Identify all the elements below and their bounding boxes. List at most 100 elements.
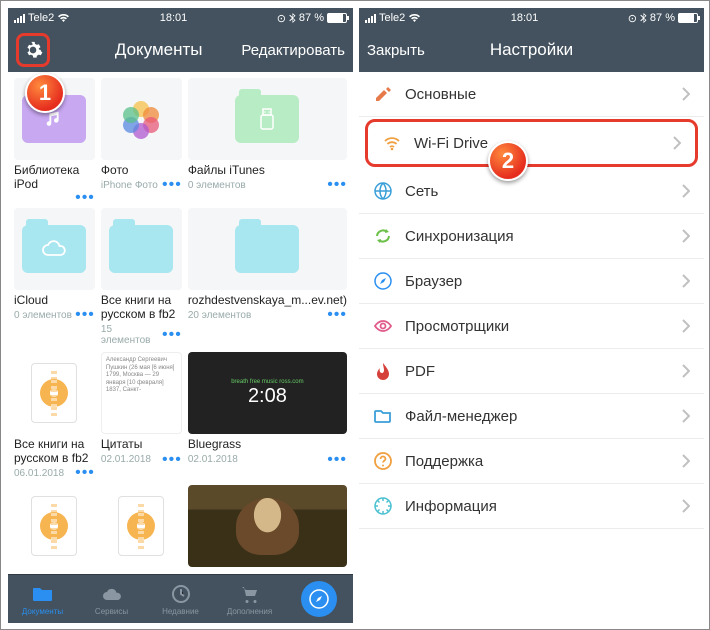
settings-row-pdf[interactable]: PDF (359, 349, 704, 394)
settings-button[interactable] (16, 33, 76, 67)
settings-row-wi-fi-drive[interactable]: Wi-Fi Drive (365, 119, 698, 167)
tab-recent[interactable]: Недавние (146, 575, 215, 623)
alarm-icon: ⊙ (277, 12, 286, 25)
more-icon[interactable]: ••• (327, 456, 347, 464)
more-icon[interactable]: ••• (75, 311, 95, 319)
photos-icon (121, 99, 161, 139)
tile-books-zip[interactable]: Все книги на русском в fb2 06.01.2018••• (14, 352, 95, 479)
phone-settings: Tele2 18:01 ⊙ 87 % Закрыть Настройки Осн… (359, 8, 704, 623)
status-bar: Tele2 18:01 ⊙ 87 % (359, 8, 704, 28)
battery-label: 87 % (299, 12, 324, 24)
battery-icon (678, 13, 698, 23)
row-icon (382, 133, 402, 153)
tile-quotes[interactable]: Александр Сергеевич Пушкин (26 мая [6 ию… (101, 352, 182, 479)
documents-grid: Библиотека iPod ••• Фото iPhone Фото••• … (8, 72, 353, 574)
tile-partial-2[interactable] (101, 485, 182, 568)
settings-row-просмотрщики[interactable]: Просмотрщики (359, 304, 704, 349)
cart-icon (239, 583, 261, 605)
tile-icloud[interactable]: iCloud 0 элементов••• (14, 208, 95, 346)
chevron-right-icon (682, 274, 690, 288)
tab-browser[interactable] (284, 575, 353, 623)
wifi-icon (408, 13, 421, 23)
chevron-right-icon (682, 184, 690, 198)
row-icon (373, 496, 393, 516)
chevron-right-icon (682, 364, 690, 378)
tab-addons[interactable]: Дополнения (215, 575, 284, 623)
row-label: Информация (405, 498, 497, 515)
zip-icon (31, 363, 77, 423)
edit-button[interactable]: Редактировать (241, 42, 345, 59)
settings-row-поддержка[interactable]: Поддержка (359, 439, 704, 484)
status-bar: Tele2 18:01 ⊙ 87 % (8, 8, 353, 28)
tile-partial-1[interactable] (14, 485, 95, 568)
battery-icon (327, 13, 347, 23)
close-button[interactable]: Закрыть (367, 42, 427, 59)
more-icon[interactable]: ••• (327, 311, 347, 319)
page-title: Настройки (427, 40, 636, 60)
row-icon (373, 226, 393, 246)
cloud-icon (41, 240, 67, 258)
row-icon (373, 451, 393, 471)
row-label: Сеть (405, 183, 438, 200)
chevron-right-icon (682, 409, 690, 423)
row-label: Поддержка (405, 453, 483, 470)
row-icon (373, 271, 393, 291)
more-icon[interactable]: ••• (327, 181, 347, 189)
more-icon[interactable]: ••• (162, 331, 182, 339)
tile-itunes-files[interactable]: Файлы iTunes 0 элементов••• (188, 78, 347, 202)
tile-photos[interactable]: Фото iPhone Фото••• (101, 78, 182, 202)
wifi-icon (57, 13, 70, 23)
tab-documents[interactable]: Документы (8, 575, 77, 623)
signal-icon (365, 14, 376, 23)
more-icon[interactable]: ••• (75, 469, 95, 477)
tile-partial-3[interactable] (188, 485, 347, 568)
tab-services[interactable]: Сервисы (77, 575, 146, 623)
chevron-right-icon (673, 136, 681, 150)
row-icon (373, 181, 393, 201)
row-label: Синхронизация (405, 228, 514, 245)
chevron-right-icon (682, 499, 690, 513)
compass-icon (301, 581, 337, 617)
settings-row-информация[interactable]: Информация (359, 484, 704, 529)
settings-row-браузер[interactable]: Браузер (359, 259, 704, 304)
tile-books-folder[interactable]: Все книги на русском в fb2 15 элементов•… (101, 208, 182, 346)
row-label: Просмотрщики (405, 318, 509, 335)
row-icon (373, 361, 393, 381)
row-icon (373, 316, 393, 336)
nav-bar: Документы Редактировать (8, 28, 353, 72)
usb-icon (259, 107, 275, 131)
row-label: Браузер (405, 273, 462, 290)
row-icon (373, 84, 393, 104)
row-icon (373, 406, 393, 426)
page-title: Документы (76, 40, 241, 60)
more-icon[interactable]: ••• (75, 194, 95, 202)
bluetooth-icon (640, 13, 647, 24)
row-label: PDF (405, 363, 435, 380)
cloud-icon (101, 583, 123, 605)
clock-label: 18:01 (160, 12, 188, 24)
chevron-right-icon (682, 454, 690, 468)
chevron-right-icon (682, 319, 690, 333)
nav-bar: Закрыть Настройки (359, 28, 704, 72)
settings-row-синхронизация[interactable]: Синхронизация (359, 214, 704, 259)
tile-bluegrass[interactable]: breath free music ross.com2:08 Bluegrass… (188, 352, 347, 479)
alarm-icon: ⊙ (628, 12, 637, 25)
folder-icon (32, 583, 54, 605)
chevron-right-icon (682, 229, 690, 243)
settings-list: Основные Wi-Fi Drive Сеть Синхронизация Брау… (359, 72, 704, 623)
more-icon[interactable]: ••• (162, 181, 182, 189)
row-label: Файл-менеджер (405, 408, 517, 425)
callout-marker-1: 1 (25, 73, 65, 113)
row-label: Основные (405, 86, 476, 103)
tile-rozhdestvenskaya[interactable]: rozhdestvenskaya_m...ev.net) 20 элементо… (188, 208, 347, 346)
clock-icon (170, 583, 192, 605)
signal-icon (14, 14, 25, 23)
chevron-right-icon (682, 87, 690, 101)
settings-row-основные[interactable]: Основные (359, 72, 704, 117)
settings-row-сеть[interactable]: Сеть (359, 169, 704, 214)
bluetooth-icon (289, 13, 296, 24)
settings-row-файл-менеджер[interactable]: Файл-менеджер (359, 394, 704, 439)
tab-bar: Документы Сервисы Недавние Дополнения (8, 574, 353, 623)
callout-marker-2: 2 (488, 141, 528, 181)
more-icon[interactable]: ••• (162, 456, 182, 464)
